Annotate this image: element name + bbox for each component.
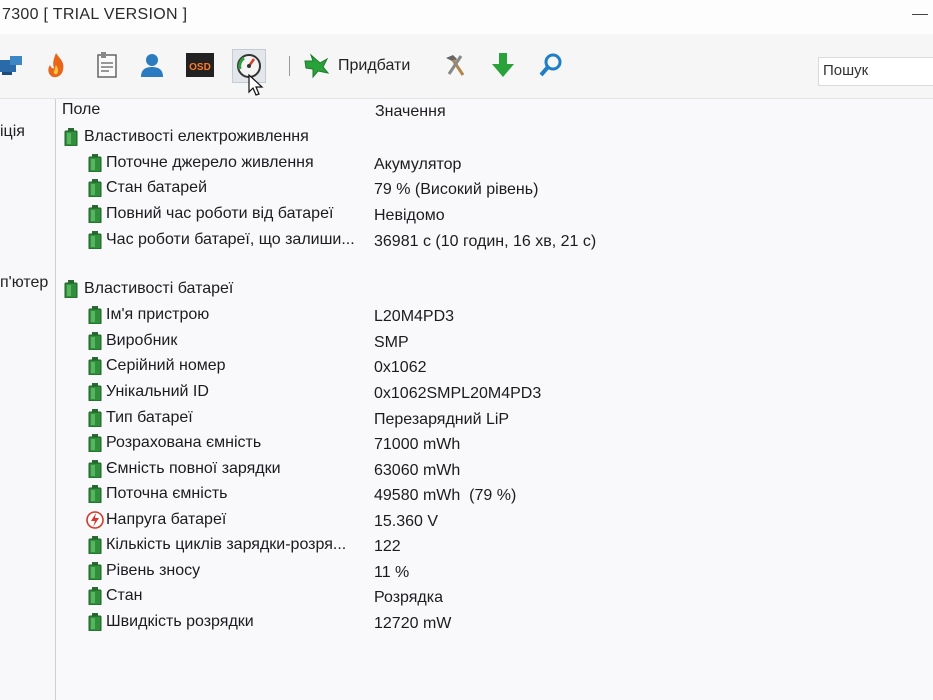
column-header-value[interactable]: Значення	[375, 103, 446, 121]
field-label: Ємність повної зарядки	[106, 460, 281, 477]
field-value: 36981 с (10 годин, 16 хв, 21 с)	[374, 233, 597, 250]
field-value: 63060 mWh	[374, 462, 461, 479]
field-label: Розрахована ємність	[106, 434, 262, 451]
column-header-field[interactable]: Поле	[62, 101, 100, 119]
field-label: Рівень зносу	[106, 562, 201, 579]
field-value: 0x1062SMPL20M4PD3	[374, 385, 542, 402]
battery-icon	[88, 587, 104, 606]
add-button[interactable]: Придбати	[338, 57, 410, 75]
field-label: Поточне джерело живлення	[106, 154, 314, 171]
battery-icon	[88, 434, 104, 453]
field-value: SMP	[374, 334, 409, 351]
field-value: Перезарядний LiP	[374, 411, 510, 428]
table-row[interactable]: Серійний номер 0x1062	[56, 355, 933, 379]
field-label: Швидкість розрядки	[106, 613, 254, 630]
table-row[interactable]: Виробник SMP	[56, 330, 933, 354]
download-arrow-icon[interactable]	[487, 49, 519, 81]
voltage-icon	[86, 511, 104, 529]
field-label: Повний час роботи від батареї	[106, 205, 334, 222]
minimize-button[interactable]	[912, 14, 928, 15]
network-icon[interactable]	[0, 49, 26, 81]
battery-icon	[88, 179, 104, 198]
battery-icon	[88, 357, 104, 376]
table-row[interactable]: Напруга батареї 15.360 V	[56, 509, 933, 533]
field-label: Стан	[106, 587, 143, 604]
tools-icon[interactable]	[439, 49, 471, 81]
table-row[interactable]: Швидкість розрядки 12720 mW	[56, 611, 933, 635]
sidebar-item[interactable]: іція	[0, 123, 25, 141]
group-label: Властивості батареї	[84, 280, 234, 297]
field-value: 15.360 V	[374, 513, 439, 530]
field-value: Акумулятор	[374, 156, 462, 173]
field-label: Поточна ємність	[106, 485, 228, 502]
battery-icon	[88, 154, 104, 173]
battery-icon	[88, 306, 104, 325]
table-row[interactable]: Ім'я пристрою L20M4PD3	[56, 304, 933, 328]
field-label: Серійний номер	[106, 357, 226, 374]
table-row[interactable]: Унікальний ID 0x1062SMPL20M4PD3	[56, 381, 933, 405]
field-label: Тип батареї	[106, 409, 193, 426]
table-row[interactable]: Час роботи батареї, що залиши... 36981 с …	[56, 229, 933, 253]
field-value: 79 % (Високий рівень)	[374, 181, 539, 198]
table-row[interactable]: Повний час роботи від батареї Невідомо	[56, 203, 933, 227]
field-label: Час роботи батареї, що залиши...	[106, 231, 355, 248]
table-row[interactable]: Тип батареї Перезарядний LiP	[56, 407, 933, 431]
sidebar-tree: іція п'ютер	[0, 99, 56, 700]
battery-icon	[88, 562, 104, 581]
table-row[interactable]: Поточне джерело живлення Акумулятор	[56, 152, 933, 176]
battery-icon	[88, 460, 104, 479]
sidebar-item[interactable]: п'ютер	[0, 274, 48, 292]
osd-icon[interactable]: OSD	[184, 49, 216, 81]
table-row[interactable]: Розрахована ємність 71000 mWh	[56, 432, 933, 456]
table-row[interactable]: Стан Розрядка	[56, 585, 933, 609]
field-label: Унікальний ID	[106, 383, 209, 400]
battery-icon	[88, 409, 104, 428]
window-title: 7300 [ TRIAL VERSION ]	[2, 6, 188, 23]
toolbar: OSD Придбати	[0, 34, 933, 99]
field-value: Невідомо	[374, 207, 445, 224]
battery-icon	[64, 128, 80, 147]
field-label: Напруга батареї	[106, 511, 227, 528]
mouse-cursor-icon	[248, 74, 264, 96]
details-table: Поле Значення Властивості електроживленн…	[56, 99, 933, 700]
field-label: Ім'я пристрою	[106, 306, 210, 323]
table-row[interactable]: Рівень зносу 11 %	[56, 560, 933, 584]
title-bar: 7300 [ TRIAL VERSION ]	[0, 0, 933, 34]
add-icon[interactable]	[300, 49, 332, 81]
field-value: 49580 mWh (79 %)	[374, 487, 517, 504]
field-value: 122	[374, 538, 401, 555]
field-value: 12720 mW	[374, 615, 452, 632]
field-value: 71000 mWh	[374, 436, 461, 453]
group-label: Властивості електроживлення	[84, 128, 309, 145]
table-row[interactable]: Кількість циклів зарядки-розря... 122	[56, 534, 933, 558]
search-input[interactable]	[819, 58, 928, 83]
battery-icon	[88, 231, 104, 250]
user-icon[interactable]	[136, 49, 168, 81]
battery-icon	[88, 536, 104, 555]
field-value: L20M4PD3	[374, 308, 455, 325]
field-label: Кількість циклів зарядки-розря...	[106, 536, 347, 553]
battery-icon	[88, 332, 104, 351]
toolbar-separator	[289, 56, 290, 76]
battery-icon	[88, 485, 104, 504]
magnifier-icon[interactable]	[535, 49, 567, 81]
flame-icon[interactable]	[40, 49, 72, 81]
search-box[interactable]	[818, 57, 933, 86]
osd-icon-text: OSD	[189, 62, 211, 73]
battery-icon	[88, 383, 104, 402]
field-label: Виробник	[106, 332, 178, 349]
field-value: 11 %	[374, 564, 410, 581]
battery-icon	[88, 613, 104, 632]
report-icon[interactable]	[91, 49, 123, 81]
field-value: Розрядка	[374, 589, 443, 606]
field-label: Стан батарей	[106, 179, 208, 196]
battery-icon	[88, 205, 104, 224]
table-row[interactable]: Поточна ємність 49580 mWh (79 %)	[56, 483, 933, 507]
battery-icon	[64, 280, 80, 299]
table-row[interactable]: Стан батарей 79 % (Високий рівень)	[56, 177, 933, 201]
field-value: 0x1062	[374, 359, 427, 376]
table-row[interactable]: Ємність повної зарядки 63060 mWh	[56, 458, 933, 482]
